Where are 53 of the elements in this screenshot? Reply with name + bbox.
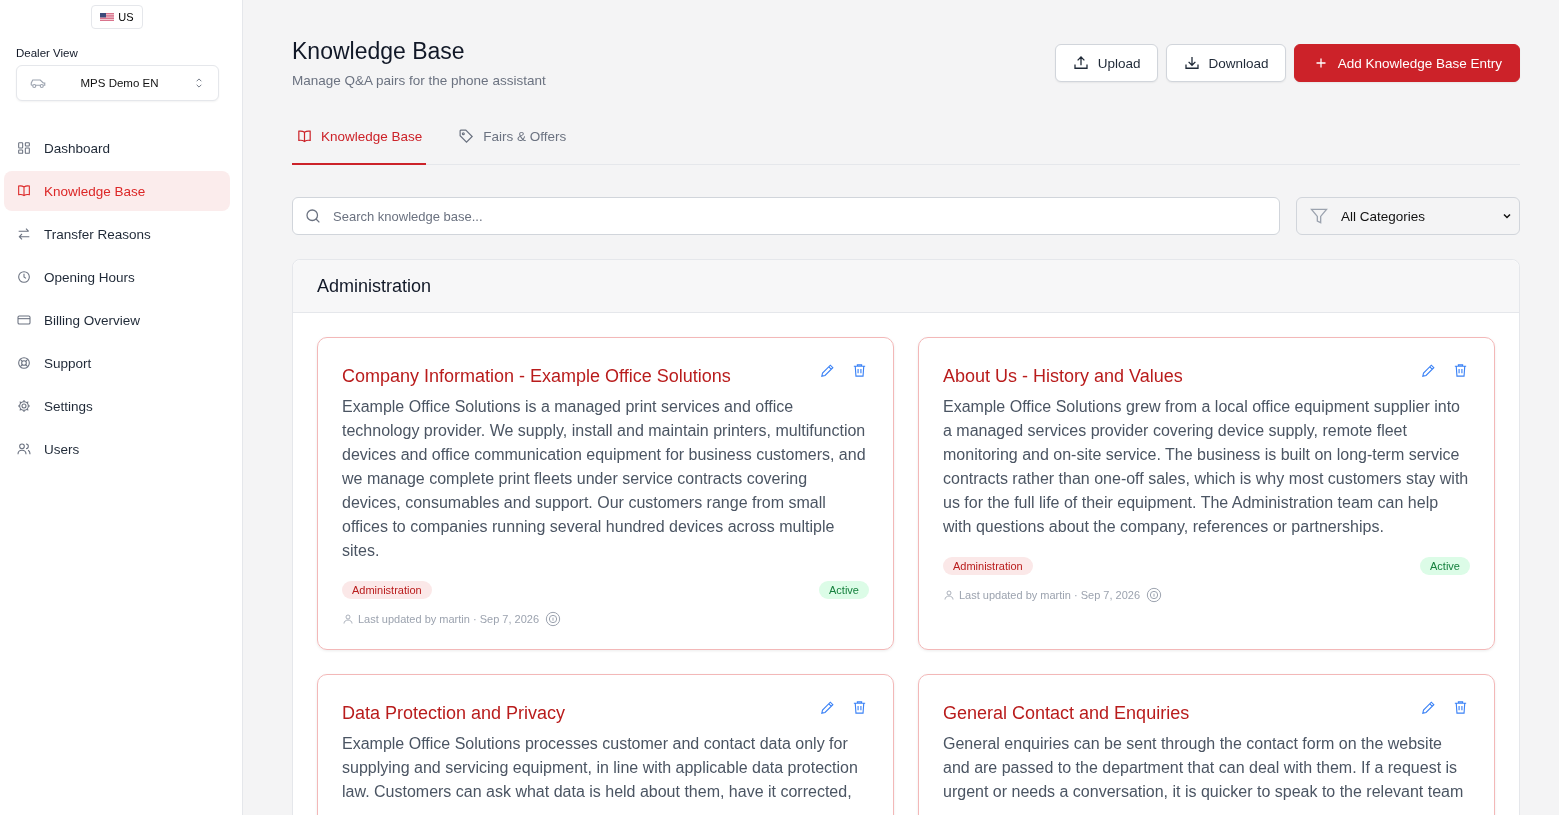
entry-answer: Example Office Solutions grew from a local office equipment supplier into a managed services provider covering device supply, remote fleet monitoring and on-site service. The business is built on long-term service contracts rather than one-off sales, which is why most customers stay with us for the full life of their equipment. The Administration team can help with questions about the company, references or partnerships. (943, 397, 1470, 537)
clock-icon (16, 269, 32, 285)
tab[interactable]: Knowledge Base (292, 128, 427, 165)
arrows-icon (16, 226, 32, 242)
download-icon (1182, 54, 1201, 72)
status-badge: Active (1420, 557, 1470, 575)
entry-title: About Us - History and Values (943, 366, 1183, 387)
nav-item[interactable]: Settings (4, 386, 230, 426)
download-button[interactable]: Download (1165, 44, 1286, 82)
nav-item[interactable]: Billing Overview (4, 300, 230, 340)
entry-answer: Example Office Solutions is a managed print services and office technology provider. We supply, install and maintain printers, multifunction devices and office communication equipment for business customers, and we manage complete print fleets under service contracts covering devices, consumables and support. Our customers range from small offices to companies running several hundred devices across multiple sites. (342, 397, 867, 561)
entry-title: General Contact and Enquiries (943, 703, 1190, 724)
upload-button[interactable]: Upload (1054, 44, 1158, 82)
category-tag: Administration (943, 557, 1033, 575)
last-updated-text: Last updated by martin · Sep 7, 2026 (959, 589, 1140, 601)
nav-item[interactable]: Users (4, 429, 230, 469)
page-subtitle: Manage Q&A pairs for the phone assistant (292, 73, 546, 88)
dashboard-icon (16, 140, 32, 156)
nav-item[interactable]: Opening Hours (4, 257, 230, 297)
book-icon (16, 183, 32, 199)
last-updated-text: Last updated by martin · Sep 7, 2026 (358, 613, 539, 625)
lifebuoy-icon (16, 355, 32, 371)
user-icon (943, 589, 955, 601)
upload-icon (1071, 54, 1090, 72)
language-button[interactable]: US (91, 5, 143, 29)
credit-card-icon (16, 312, 32, 328)
search-field[interactable]: Search knowledge base... (292, 197, 1280, 235)
entry-title: Company Information - Example Office Solutions (342, 366, 731, 387)
add-button[interactable]: Add Knowledge Base Entry (1293, 44, 1520, 82)
category-tag: Administration (342, 581, 432, 599)
settings-icon (16, 398, 32, 414)
nav-item[interactable]: Support (4, 343, 230, 383)
user-icon (342, 613, 354, 625)
entry-answer: Example Office Solutions processes customer and contact data only for supplying and servicing equipment, in line with applicable data protection law. Customers can ask what data is held about them, have it corrected, (342, 734, 859, 802)
users-icon (16, 441, 32, 457)
nav-item[interactable]: Transfer Reasons (4, 214, 230, 254)
page-title: Knowledge Base (292, 38, 466, 65)
info-icon[interactable] (545, 611, 561, 627)
dealer-select[interactable]: MPS Demo EN (16, 65, 219, 101)
nav-item[interactable]: Dashboard (4, 128, 230, 168)
entry-answer: General enquiries can be sent through the contact form on the website and are passed to the department that can deal with them. If a request is urgent or needs a conversation, it is quicker to speak to the relevant team (943, 734, 1465, 802)
filter-icon (1309, 206, 1329, 226)
nav-item[interactable]: Knowledge Base (4, 171, 230, 211)
tag-icon (458, 128, 476, 145)
flag-icon (100, 13, 115, 21)
tab[interactable]: Fairs & Offers (454, 128, 571, 165)
category-select[interactable]: All Categories (1296, 197, 1520, 235)
info-icon[interactable] (1146, 587, 1162, 603)
book-icon (296, 128, 313, 145)
status-badge: Active (819, 581, 869, 599)
entry-title: Data Protection and Privacy (342, 703, 566, 724)
dealer-view-label: Dealer View (16, 47, 79, 59)
category-title: Administration (317, 275, 432, 297)
